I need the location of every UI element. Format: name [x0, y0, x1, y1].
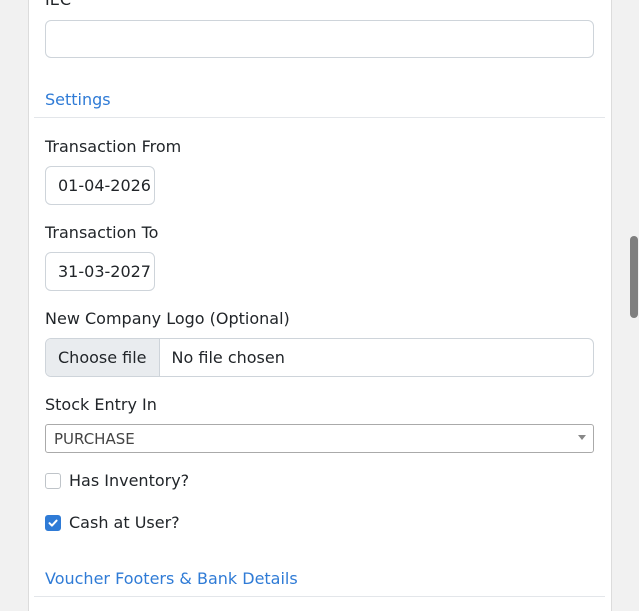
has-inventory-checkbox[interactable] — [45, 472, 61, 489]
iec-input[interactable] — [45, 20, 594, 58]
has-inventory-row[interactable]: Has Inventory? — [45, 471, 189, 490]
transaction-to-input[interactable]: 31-03-2027 — [45, 252, 155, 291]
choose-file-button[interactable]: Choose file — [46, 339, 160, 376]
has-inventory-label: Has Inventory? — [69, 471, 190, 490]
settings-section-title: Settings — [45, 90, 111, 109]
company-logo-file-input[interactable]: Choose file No file chosen — [45, 338, 594, 377]
transaction-to-label: Transaction To — [45, 223, 159, 242]
voucher-footers-divider — [34, 596, 605, 597]
stock-entry-select[interactable]: PURCHASE — [45, 424, 594, 453]
scrollbar-thumb[interactable] — [630, 236, 638, 318]
transaction-from-input[interactable]: 01-04-2026 — [45, 166, 155, 205]
company-logo-label: New Company Logo (Optional) — [45, 309, 290, 328]
check-icon — [48, 519, 58, 527]
page: IEC Settings Transaction From 01-04-2026… — [0, 0, 639, 611]
settings-divider — [34, 117, 605, 118]
file-status-text: No file chosen — [171, 348, 285, 367]
chevron-down-icon — [578, 435, 586, 440]
cash-at-user-checkbox[interactable] — [45, 514, 61, 531]
stock-entry-label: Stock Entry In — [45, 395, 157, 414]
cash-at-user-label: Cash at User? — [69, 513, 180, 532]
stock-entry-selected-value: PURCHASE — [54, 429, 135, 448]
transaction-from-label: Transaction From — [45, 137, 182, 156]
iec-label: IEC — [45, 0, 71, 9]
cash-at-user-row[interactable]: Cash at User? — [45, 513, 180, 532]
voucher-footers-section-title: Voucher Footers & Bank Details — [45, 569, 298, 588]
